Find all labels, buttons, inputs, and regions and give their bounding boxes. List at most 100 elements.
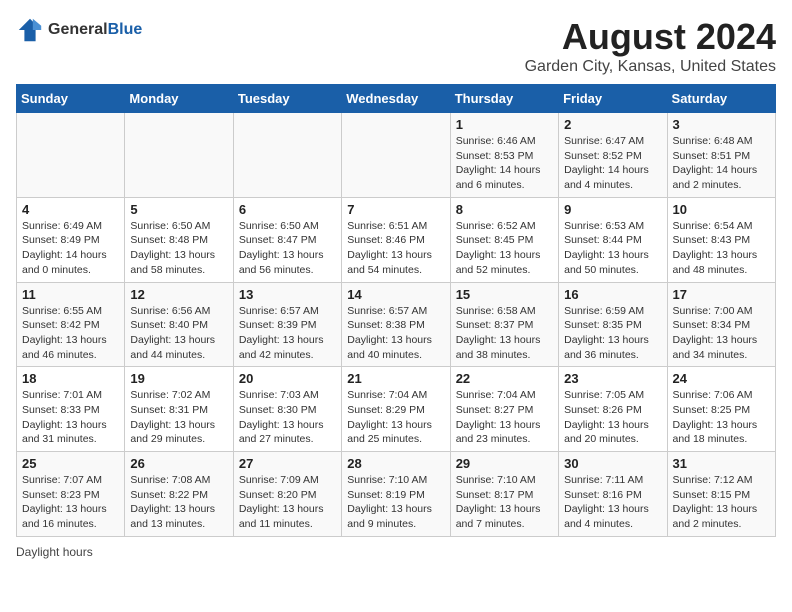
calendar-cell: 26Sunrise: 7:08 AM Sunset: 8:22 PM Dayli… bbox=[125, 452, 233, 537]
calendar-cell: 11 Sunrise: 6:55 AM Sunset: 8:42 PM Dayli… bbox=[17, 282, 125, 367]
day-info: Sunrise: 6:50 AM Sunset: 8:48 PM Dayligh… bbox=[130, 219, 227, 278]
day-number: 13 bbox=[239, 287, 336, 302]
day-info: Sunrise: 6:58 AM Sunset: 8:37 PM Dayligh… bbox=[456, 304, 553, 363]
day-number: 21 bbox=[347, 371, 444, 386]
day-info: Sunrise: 6:56 AM Sunset: 8:40 PM Dayligh… bbox=[130, 304, 227, 363]
calendar-week-row: 25Sunrise: 7:07 AM Sunset: 8:23 PM Dayli… bbox=[17, 452, 776, 537]
day-number: 24 bbox=[673, 371, 770, 386]
calendar-cell: 18 Sunrise: 7:01 AM Sunset: 8:33 PM Dayli… bbox=[17, 367, 125, 452]
calendar-cell: 30Sunrise: 7:11 AM Sunset: 8:16 PM Dayli… bbox=[559, 452, 667, 537]
day-info: Sunrise: 7:10 AM Sunset: 8:19 PM Dayligh… bbox=[347, 473, 444, 532]
day-info: Sunrise: 7:02 AM Sunset: 8:31 PM Dayligh… bbox=[130, 388, 227, 447]
day-header: Tuesday bbox=[233, 85, 341, 113]
day-number: 17 bbox=[673, 287, 770, 302]
calendar-cell: 1 Sunrise: 6:46 AM Sunset: 8:53 PM Daylig… bbox=[450, 113, 558, 198]
calendar-cell bbox=[233, 113, 341, 198]
page-header: GeneralBlue August 2024 Garden City, Kan… bbox=[16, 16, 776, 76]
calendar-cell: 24 Sunrise: 7:06 AM Sunset: 8:25 PM Dayli… bbox=[667, 367, 775, 452]
day-info: Sunrise: 7:07 AM Sunset: 8:23 PM Dayligh… bbox=[22, 473, 119, 532]
calendar-cell: 27 Sunrise: 7:09 AM Sunset: 8:20 PM Dayli… bbox=[233, 452, 341, 537]
calendar-cell: 10 Sunrise: 6:54 AM Sunset: 8:43 PM Dayli… bbox=[667, 197, 775, 282]
day-info: Sunrise: 6:54 AM Sunset: 8:43 PM Dayligh… bbox=[673, 219, 770, 278]
calendar-week-row: 4 Sunrise: 6:49 AM Sunset: 8:49 PM Daylig… bbox=[17, 197, 776, 282]
calendar-cell: 15Sunrise: 6:58 AM Sunset: 8:37 PM Dayli… bbox=[450, 282, 558, 367]
daylight-hours-label: Daylight hours bbox=[16, 545, 93, 559]
day-info: Sunrise: 6:51 AM Sunset: 8:46 PM Dayligh… bbox=[347, 219, 444, 278]
day-header: Friday bbox=[559, 85, 667, 113]
day-number: 5 bbox=[130, 202, 227, 217]
logo: GeneralBlue bbox=[16, 16, 142, 44]
day-number: 16 bbox=[564, 287, 661, 302]
day-info: Sunrise: 6:47 AM Sunset: 8:52 PM Dayligh… bbox=[564, 134, 661, 193]
day-info: Sunrise: 7:03 AM Sunset: 8:30 PM Dayligh… bbox=[239, 388, 336, 447]
calendar-week-row: 1 Sunrise: 6:46 AM Sunset: 8:53 PM Daylig… bbox=[17, 113, 776, 198]
calendar-cell: 25Sunrise: 7:07 AM Sunset: 8:23 PM Dayli… bbox=[17, 452, 125, 537]
logo-icon bbox=[16, 16, 44, 44]
day-number: 4 bbox=[22, 202, 119, 217]
day-number: 1 bbox=[456, 117, 553, 132]
day-number: 27 bbox=[239, 456, 336, 471]
calendar-cell bbox=[125, 113, 233, 198]
calendar-cell: 7Sunrise: 6:51 AM Sunset: 8:46 PM Daylig… bbox=[342, 197, 450, 282]
day-info: Sunrise: 6:57 AM Sunset: 8:39 PM Dayligh… bbox=[239, 304, 336, 363]
calendar-week-row: 18 Sunrise: 7:01 AM Sunset: 8:33 PM Dayli… bbox=[17, 367, 776, 452]
calendar-cell: 19Sunrise: 7:02 AM Sunset: 8:31 PM Dayli… bbox=[125, 367, 233, 452]
calendar-cell: 2 Sunrise: 6:47 AM Sunset: 8:52 PM Daylig… bbox=[559, 113, 667, 198]
day-header: Wednesday bbox=[342, 85, 450, 113]
day-info: Sunrise: 7:09 AM Sunset: 8:20 PM Dayligh… bbox=[239, 473, 336, 532]
calendar-cell: 4 Sunrise: 6:49 AM Sunset: 8:49 PM Daylig… bbox=[17, 197, 125, 282]
calendar-cell: 5 Sunrise: 6:50 AM Sunset: 8:48 PM Daylig… bbox=[125, 197, 233, 282]
day-header: Sunday bbox=[17, 85, 125, 113]
calendar-week-row: 11 Sunrise: 6:55 AM Sunset: 8:42 PM Dayli… bbox=[17, 282, 776, 367]
day-number: 31 bbox=[673, 456, 770, 471]
day-info: Sunrise: 7:08 AM Sunset: 8:22 PM Dayligh… bbox=[130, 473, 227, 532]
day-number: 2 bbox=[564, 117, 661, 132]
day-number: 6 bbox=[239, 202, 336, 217]
day-info: Sunrise: 6:46 AM Sunset: 8:53 PM Dayligh… bbox=[456, 134, 553, 193]
day-number: 29 bbox=[456, 456, 553, 471]
day-number: 10 bbox=[673, 202, 770, 217]
day-info: Sunrise: 6:49 AM Sunset: 8:49 PM Dayligh… bbox=[22, 219, 119, 278]
day-number: 28 bbox=[347, 456, 444, 471]
calendar-cell bbox=[17, 113, 125, 198]
calendar-cell: 9 Sunrise: 6:53 AM Sunset: 8:44 PM Daylig… bbox=[559, 197, 667, 282]
calendar-cell: 3 Sunrise: 6:48 AM Sunset: 8:51 PM Daylig… bbox=[667, 113, 775, 198]
calendar-table: SundayMondayTuesdayWednesdayThursdayFrid… bbox=[16, 84, 776, 537]
calendar-cell: 14Sunrise: 6:57 AM Sunset: 8:38 PM Dayli… bbox=[342, 282, 450, 367]
day-info: Sunrise: 7:10 AM Sunset: 8:17 PM Dayligh… bbox=[456, 473, 553, 532]
day-number: 11 bbox=[22, 287, 119, 302]
footer: Daylight hours bbox=[16, 545, 776, 559]
day-header: Saturday bbox=[667, 85, 775, 113]
day-info: Sunrise: 7:01 AM Sunset: 8:33 PM Dayligh… bbox=[22, 388, 119, 447]
calendar-cell: 12 Sunrise: 6:56 AM Sunset: 8:40 PM Dayli… bbox=[125, 282, 233, 367]
day-number: 20 bbox=[239, 371, 336, 386]
day-info: Sunrise: 6:55 AM Sunset: 8:42 PM Dayligh… bbox=[22, 304, 119, 363]
calendar-cell: 20 Sunrise: 7:03 AM Sunset: 8:30 PM Dayli… bbox=[233, 367, 341, 452]
day-number: 22 bbox=[456, 371, 553, 386]
day-info: Sunrise: 6:52 AM Sunset: 8:45 PM Dayligh… bbox=[456, 219, 553, 278]
calendar-cell: 21 Sunrise: 7:04 AM Sunset: 8:29 PM Dayli… bbox=[342, 367, 450, 452]
day-info: Sunrise: 7:05 AM Sunset: 8:26 PM Dayligh… bbox=[564, 388, 661, 447]
day-info: Sunrise: 7:06 AM Sunset: 8:25 PM Dayligh… bbox=[673, 388, 770, 447]
day-number: 18 bbox=[22, 371, 119, 386]
day-number: 8 bbox=[456, 202, 553, 217]
day-number: 12 bbox=[130, 287, 227, 302]
day-number: 14 bbox=[347, 287, 444, 302]
day-info: Sunrise: 6:50 AM Sunset: 8:47 PM Dayligh… bbox=[239, 219, 336, 278]
day-info: Sunrise: 6:48 AM Sunset: 8:51 PM Dayligh… bbox=[673, 134, 770, 193]
day-info: Sunrise: 7:04 AM Sunset: 8:29 PM Dayligh… bbox=[347, 388, 444, 447]
day-info: Sunrise: 6:53 AM Sunset: 8:44 PM Dayligh… bbox=[564, 219, 661, 278]
day-number: 3 bbox=[673, 117, 770, 132]
calendar-cell: 17 Sunrise: 7:00 AM Sunset: 8:34 PM Dayli… bbox=[667, 282, 775, 367]
day-header: Thursday bbox=[450, 85, 558, 113]
calendar-cell: 23Sunrise: 7:05 AM Sunset: 8:26 PM Dayli… bbox=[559, 367, 667, 452]
calendar-cell: 31 Sunrise: 7:12 AM Sunset: 8:15 PM Dayli… bbox=[667, 452, 775, 537]
day-info: Sunrise: 7:12 AM Sunset: 8:15 PM Dayligh… bbox=[673, 473, 770, 532]
calendar-cell: 22Sunrise: 7:04 AM Sunset: 8:27 PM Dayli… bbox=[450, 367, 558, 452]
day-number: 9 bbox=[564, 202, 661, 217]
logo-general: General bbox=[48, 21, 108, 38]
calendar-cell: 13 Sunrise: 6:57 AM Sunset: 8:39 PM Dayli… bbox=[233, 282, 341, 367]
logo-blue: Blue bbox=[108, 21, 143, 38]
day-info: Sunrise: 7:00 AM Sunset: 8:34 PM Dayligh… bbox=[673, 304, 770, 363]
day-info: Sunrise: 6:59 AM Sunset: 8:35 PM Dayligh… bbox=[564, 304, 661, 363]
